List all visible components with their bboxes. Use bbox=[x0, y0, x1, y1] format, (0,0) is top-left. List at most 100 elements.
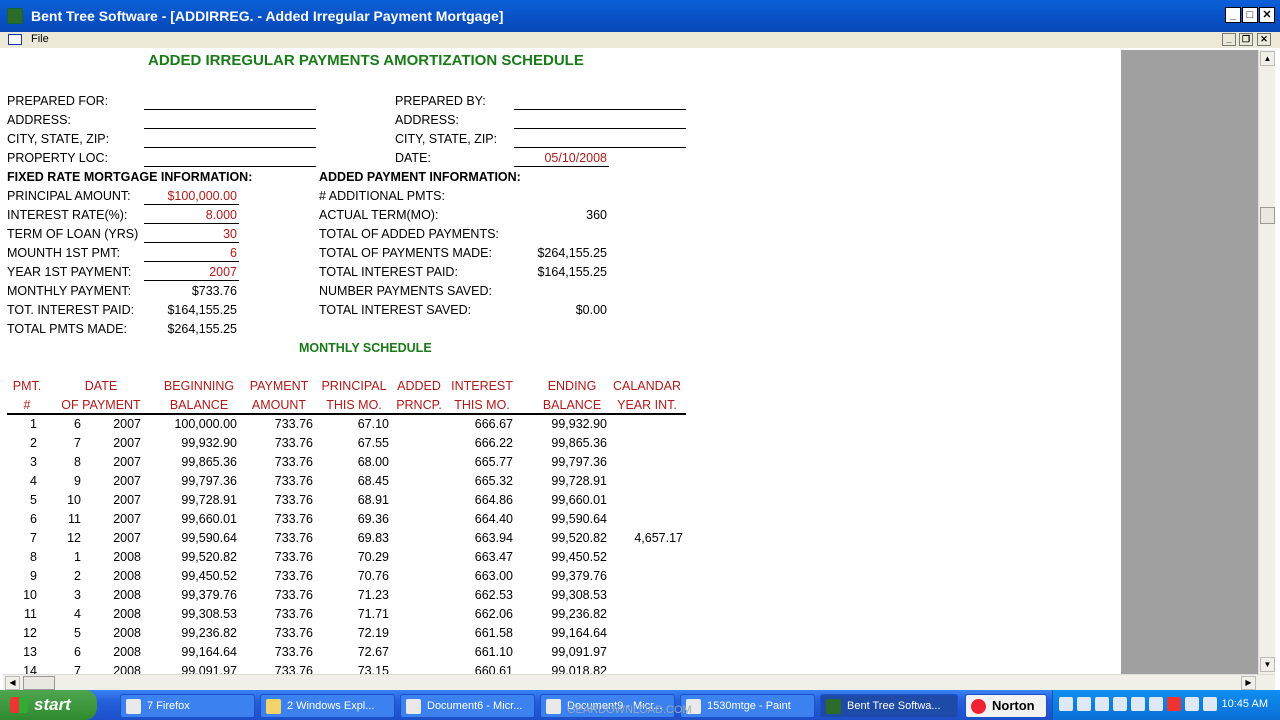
tray-icon-7[interactable] bbox=[1167, 697, 1181, 711]
year1-value[interactable]: 2007 bbox=[144, 265, 237, 279]
address2-field[interactable] bbox=[514, 128, 686, 129]
fixed-rate-header: FIXED RATE MORTGAGE INFORMATION: bbox=[7, 170, 253, 184]
document-icon[interactable] bbox=[8, 34, 22, 45]
tray-icon-8[interactable] bbox=[1185, 697, 1199, 711]
table-cell: 68.00 bbox=[357, 455, 389, 469]
tot-interest-label: TOT. INTEREST PAID: bbox=[7, 303, 135, 317]
vertical-scroll-thumb[interactable] bbox=[1260, 207, 1275, 224]
minimize-button[interactable]: _ bbox=[1225, 7, 1241, 23]
start-button[interactable]: start bbox=[0, 690, 97, 720]
table-cell: 99,660.01 bbox=[181, 512, 237, 526]
tray-icon-4[interactable] bbox=[1113, 697, 1127, 711]
date-label: DATE: bbox=[395, 151, 431, 165]
doc-close-button[interactable]: ✕ bbox=[1257, 33, 1271, 46]
tray-icon-2[interactable] bbox=[1077, 697, 1091, 711]
tray-icon-5[interactable] bbox=[1131, 697, 1145, 711]
num-saved-label: NUMBER PAYMENTS SAVED: bbox=[319, 284, 492, 298]
table-cell: 70.29 bbox=[357, 550, 389, 564]
table-cell: 99,018.82 bbox=[551, 664, 607, 674]
table-cell: 663.00 bbox=[474, 569, 513, 583]
tot-interest-value: $164,155.25 bbox=[167, 303, 237, 317]
table-cell: 73.15 bbox=[357, 664, 389, 674]
address-label: ADDRESS: bbox=[7, 113, 71, 127]
table-cell: 733.76 bbox=[274, 645, 313, 659]
vertical-scrollbar[interactable]: ▲ ▼ bbox=[1258, 50, 1275, 674]
scroll-right-arrow-icon[interactable]: ▶ bbox=[1241, 676, 1256, 690]
table-cell: 733.76 bbox=[274, 626, 313, 640]
menu-file[interactable]: File bbox=[31, 33, 49, 45]
table-cell: 10 bbox=[23, 588, 37, 602]
date-value[interactable]: 05/10/2008 bbox=[514, 151, 607, 165]
prepared-by-field[interactable] bbox=[514, 109, 686, 110]
scroll-up-arrow-icon[interactable]: ▲ bbox=[1260, 51, 1275, 66]
word-icon bbox=[546, 699, 561, 714]
table-cell: 660.61 bbox=[474, 664, 513, 674]
date-underline bbox=[514, 166, 609, 167]
property-loc-field[interactable] bbox=[144, 166, 316, 167]
task-norton[interactable]: Norton bbox=[965, 694, 1047, 718]
maximize-button[interactable]: □ bbox=[1242, 7, 1258, 23]
principal-value[interactable]: $100,000.00 bbox=[144, 189, 237, 203]
table-cell: 70.76 bbox=[357, 569, 389, 583]
task-windows-explorer[interactable]: 2 Windows Expl... bbox=[260, 694, 395, 718]
prepared-for-field[interactable] bbox=[144, 109, 316, 110]
address-field[interactable] bbox=[144, 128, 316, 129]
close-button[interactable]: ✕ bbox=[1259, 7, 1275, 23]
term-value[interactable]: 30 bbox=[144, 227, 237, 241]
horizontal-scrollbar[interactable]: ◀ ▶ bbox=[3, 674, 1275, 690]
scroll-left-arrow-icon[interactable]: ◀ bbox=[5, 676, 20, 690]
table-cell: 72.19 bbox=[357, 626, 389, 640]
tray-icon-6[interactable] bbox=[1149, 697, 1163, 711]
table-cell: 69.83 bbox=[357, 531, 389, 545]
table-cell: 2 bbox=[30, 436, 37, 450]
horizontal-scroll-thumb[interactable] bbox=[23, 676, 55, 690]
table-cell: 8 bbox=[74, 455, 81, 469]
table-cell: 5 bbox=[30, 493, 37, 507]
table-cell: 12 bbox=[23, 626, 37, 640]
table-cell: 3 bbox=[30, 455, 37, 469]
task-firefox[interactable]: 7 Firefox bbox=[120, 694, 255, 718]
table-cell: 99,091.97 bbox=[551, 645, 607, 659]
table-cell: 100,000.00 bbox=[174, 417, 237, 431]
task-bent-tree[interactable]: Bent Tree Softwa... bbox=[820, 694, 958, 718]
task-document6[interactable]: Document6 - Micr... bbox=[400, 694, 535, 718]
table-cell: 99,865.36 bbox=[181, 455, 237, 469]
schedule-header-top: PAYMENT bbox=[249, 379, 309, 393]
table-cell: 2007 bbox=[113, 512, 141, 526]
table-cell: 99,236.82 bbox=[551, 607, 607, 621]
schedule-header-bottom: YEAR INT. bbox=[617, 398, 677, 412]
system-tray: 10:45 AM bbox=[1052, 690, 1280, 720]
table-cell: 2008 bbox=[113, 645, 141, 659]
month1-value[interactable]: 6 bbox=[144, 246, 237, 260]
app-tree-icon[interactable] bbox=[7, 8, 23, 24]
title-bar: Bent Tree Software - [ADDIRREG. - Added … bbox=[0, 0, 1280, 32]
doc-restore-button[interactable]: ❐ bbox=[1239, 33, 1253, 46]
schedule-header-bottom: BALANCE bbox=[169, 398, 229, 412]
tray-icon-9[interactable] bbox=[1203, 697, 1217, 711]
table-cell: 99,308.53 bbox=[181, 607, 237, 621]
table-cell: 99,932.90 bbox=[551, 417, 607, 431]
table-cell: 99,450.52 bbox=[551, 550, 607, 564]
table-cell: 661.58 bbox=[474, 626, 513, 640]
tray-icon-3[interactable] bbox=[1095, 697, 1109, 711]
total-made-value: $264,155.25 bbox=[537, 246, 607, 260]
table-cell: 8 bbox=[30, 550, 37, 564]
doc-minimize-button[interactable]: _ bbox=[1222, 33, 1236, 46]
address2-label: ADDRESS: bbox=[395, 113, 459, 127]
task-paint[interactable]: 1530mtge - Paint bbox=[680, 694, 815, 718]
total-added-label: TOTAL OF ADDED PAYMENTS: bbox=[319, 227, 499, 241]
rate-value[interactable]: 8.000 bbox=[144, 208, 237, 222]
table-cell: 99,797.36 bbox=[181, 474, 237, 488]
table-cell: 99,520.82 bbox=[181, 550, 237, 564]
table-cell: 1 bbox=[30, 417, 37, 431]
city-state-zip-field[interactable] bbox=[144, 147, 316, 148]
menu-bar: File _ ❐ ✕ bbox=[0, 32, 1280, 48]
table-cell: 12 bbox=[67, 531, 81, 545]
table-cell: 733.76 bbox=[274, 664, 313, 674]
month1-label: MOUNTH 1ST PMT: bbox=[7, 246, 120, 260]
scroll-down-arrow-icon[interactable]: ▼ bbox=[1260, 657, 1275, 672]
taskbar: start 7 Firefox 2 Windows Expl... Docume… bbox=[0, 690, 1280, 720]
table-cell: 2008 bbox=[113, 569, 141, 583]
city-state-zip2-field[interactable] bbox=[514, 147, 686, 148]
tray-icon-1[interactable] bbox=[1059, 697, 1073, 711]
